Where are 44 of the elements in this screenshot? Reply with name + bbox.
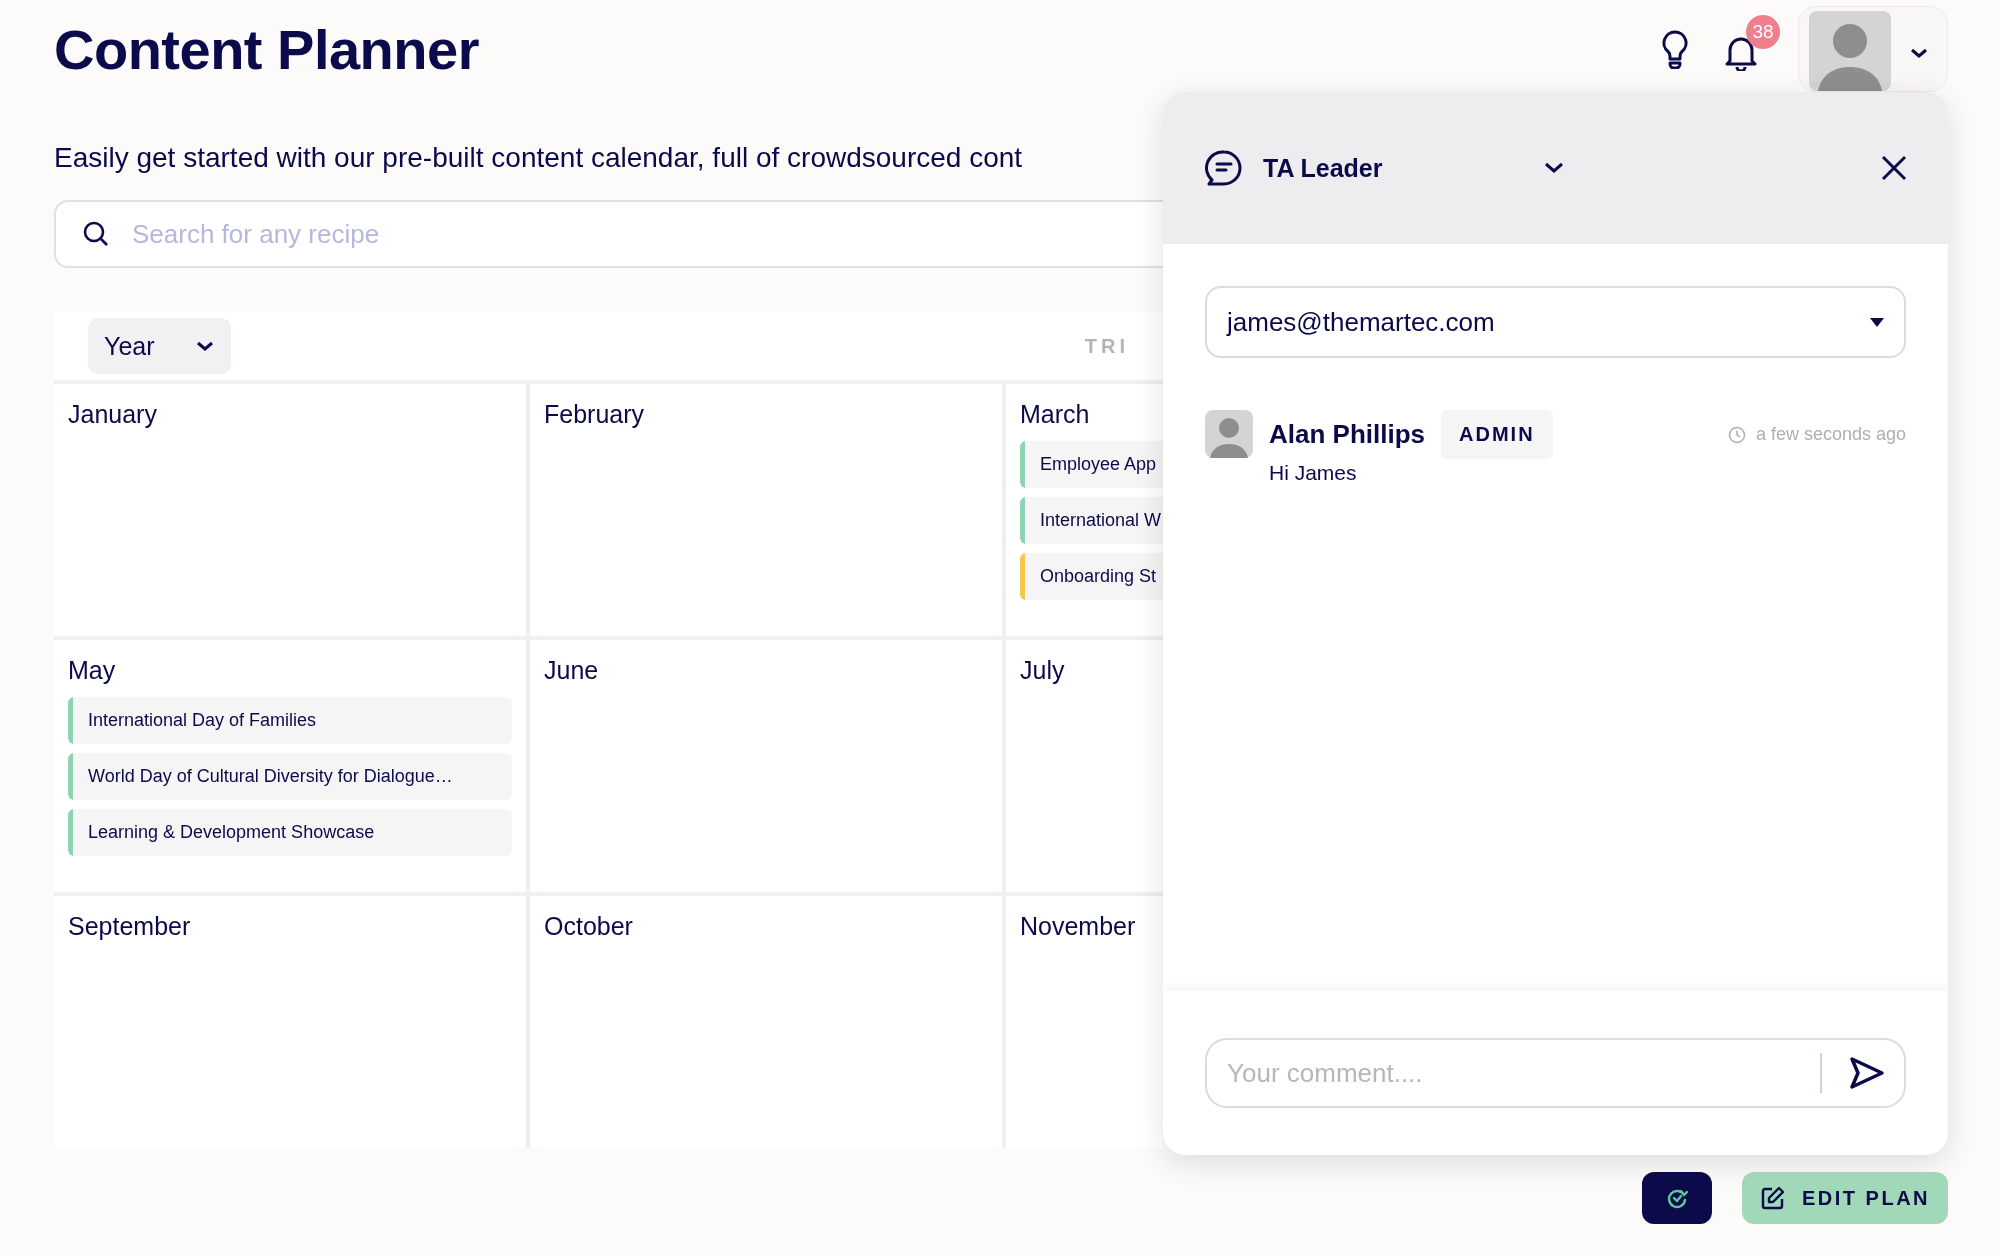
comment-author: Alan Phillips — [1269, 419, 1426, 450]
month-name: July — [1020, 656, 1066, 685]
close-icon[interactable] — [1880, 154, 1908, 182]
role-badge: ADMIN — [1441, 410, 1553, 459]
event-item[interactable]: Learning & Development Showcase — [68, 809, 512, 856]
search-icon — [82, 220, 110, 248]
chevron-icon — [194, 340, 215, 352]
lightbulb-icon[interactable] — [1660, 29, 1690, 69]
edit-icon — [1759, 1185, 1786, 1211]
month-name: March — [1020, 400, 1091, 429]
description-text: Easily get started with our pre-built content calendar, full of crowdsourced cont — [54, 142, 1024, 174]
event-item[interactable]: International Day of Families — [68, 697, 512, 744]
notification-badge: 38 — [1746, 15, 1780, 49]
month-name: May — [68, 656, 117, 685]
recipient-dropdown[interactable]: james@themartec.com — [1205, 286, 1906, 358]
event-item[interactable]: Employee App — [1020, 441, 1163, 488]
event-item[interactable]: Onboarding St — [1020, 553, 1163, 600]
avatar-icon — [1205, 410, 1253, 458]
edit-plan-button[interactable]: EDIT PLAN — [1742, 1172, 1948, 1224]
clock-icon — [1727, 425, 1746, 444]
refresh-check-icon — [1666, 1187, 1688, 1209]
send-icon[interactable] — [1848, 1055, 1886, 1091]
search-field[interactable]: Search for any recipe — [54, 200, 1163, 268]
caret-icon — [1870, 317, 1884, 327]
sync-button[interactable] — [1642, 1172, 1712, 1224]
chevron-icon — [1543, 161, 1565, 175]
event-item[interactable]: World Day of Cultural Diversity for Dialogue… — [68, 753, 512, 800]
view-dropdown[interactable]: Year — [88, 318, 231, 374]
chevron-icon — [1909, 47, 1929, 59]
page-title: Content Planner — [54, 16, 479, 82]
month-name: November — [1020, 912, 1137, 941]
avatar-icon — [1809, 11, 1891, 91]
month-name: February — [544, 400, 646, 429]
comment-text: Hi James — [1269, 461, 1358, 485]
chat-bubble-icon — [1205, 149, 1243, 187]
month-name: January — [68, 400, 158, 429]
month-name: September — [68, 912, 192, 941]
timestamp: a few seconds ago — [1755, 424, 1906, 445]
month-name: October — [544, 912, 634, 941]
profile-menu-button[interactable] — [1798, 6, 1948, 92]
channel-dropdown[interactable]: TA Leader — [1263, 153, 1565, 183]
comment-field[interactable]: Your comment.... — [1205, 1038, 1906, 1108]
month-name: June — [544, 656, 600, 685]
event-item[interactable]: International W — [1020, 497, 1163, 544]
